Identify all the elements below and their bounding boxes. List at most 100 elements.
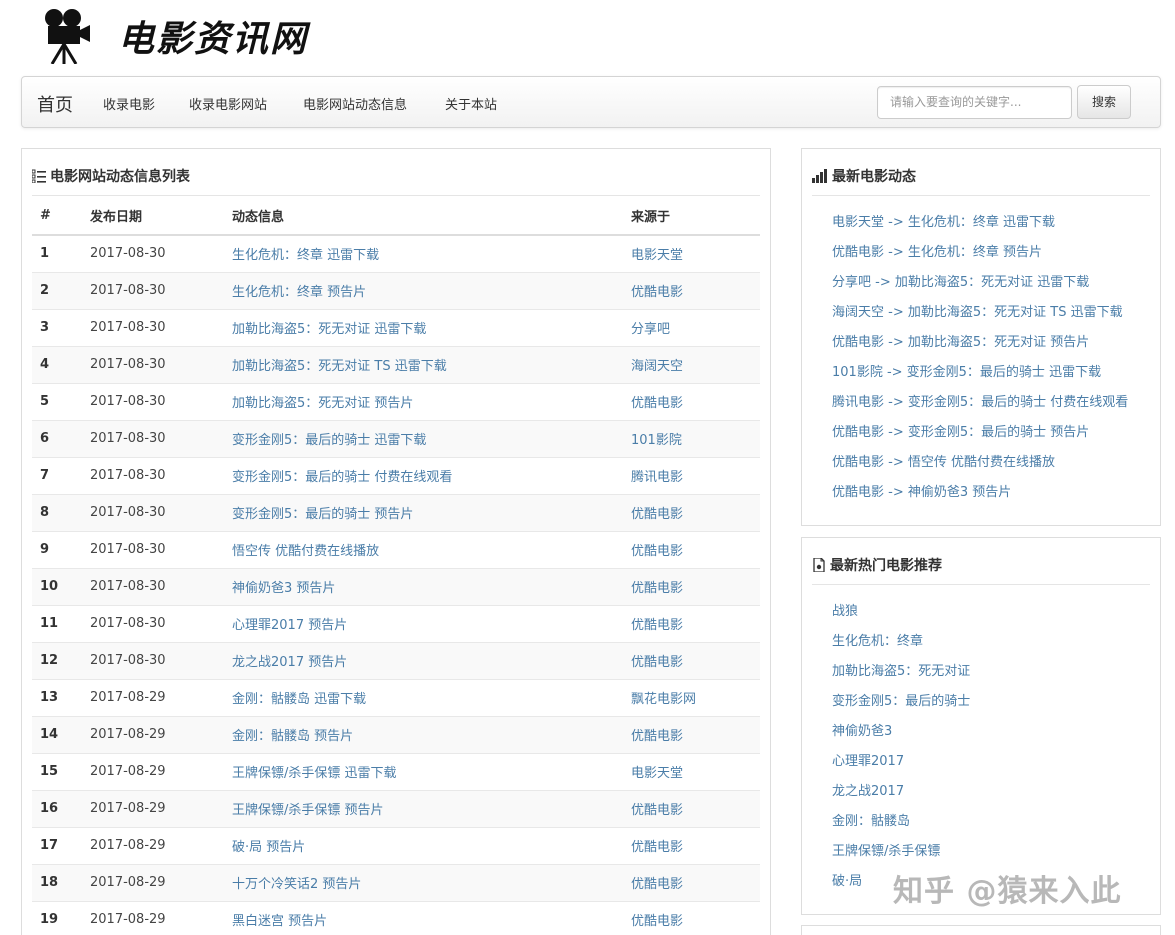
row-source: 优酷电影 [623,789,760,827]
latest-title: 最新电影动态 [812,166,916,186]
source-link[interactable]: 电影天堂 [631,766,683,781]
source-link[interactable]: 优酷电影 [631,729,683,744]
info-link[interactable]: 加勒比海盗5：死无对证 迅雷下载 [232,322,426,337]
nav-item-about[interactable]: 关于本站 [445,94,497,113]
row-source: 分享吧 [623,308,760,346]
source-link[interactable]: 飘花电影网 [631,692,696,707]
list-item[interactable]: 优酷电影 -> 生化危机：终章 预告片 [832,241,1128,271]
info-link[interactable]: 十万个冷笑话2 预告片 [232,877,361,892]
info-link[interactable]: 金刚：骷髅岛 预告片 [232,729,353,744]
list-item[interactable]: 变形金刚5：最后的骑士 [832,690,970,720]
source-link[interactable]: 优酷电影 [631,507,683,522]
row-source: 优酷电影 [623,271,760,309]
list-item[interactable]: 优酷电影 -> 加勒比海盗5：死无对证 预告片 [832,331,1128,361]
source-link[interactable]: 优酷电影 [631,396,683,411]
row-info: 十万个冷笑话2 预告片 [224,863,623,901]
list-item[interactable]: 加勒比海盗5：死无对证 [832,660,970,690]
row-date: 2017-08-30 [82,530,224,568]
info-link[interactable]: 加勒比海盗5：死无对证 TS 迅雷下载 [232,359,447,374]
nav-item-movies[interactable]: 收录电影 [103,94,155,113]
row-number: 4 [32,345,82,383]
source-link[interactable]: 优酷电影 [631,914,683,929]
list-item[interactable]: 优酷电影 -> 变形金刚5：最后的骑士 预告片 [832,421,1128,451]
list-item[interactable]: 金刚：骷髅岛 [832,810,970,840]
row-info: 加勒比海盗5：死无对证 TS 迅雷下载 [224,345,623,383]
nav-item-site-updates[interactable]: 电影网站动态信息 [303,94,407,113]
list-item[interactable]: 优酷电影 -> 悟空传 优酷付费在线播放 [832,451,1128,481]
list-item[interactable]: 分享吧 -> 加勒比海盗5：死无对证 迅雷下载 [832,271,1128,301]
list-item[interactable]: 龙之战2017 [832,780,970,810]
table-row: 2 2017-08-30 生化危机：终章 预告片 优酷电影 [32,271,760,309]
info-link[interactable]: 加勒比海盗5：死无对证 预告片 [232,396,413,411]
row-date: 2017-08-29 [82,752,224,790]
source-link[interactable]: 优酷电影 [631,877,683,892]
info-link[interactable]: 黑白迷宫 预告片 [232,914,327,929]
site-logo[interactable]: 电影资讯网 [118,10,308,62]
row-info: 龙之战2017 预告片 [224,641,623,679]
row-number: 3 [32,308,82,346]
row-source: 电影天堂 [623,234,760,272]
info-link[interactable]: 变形金刚5：最后的骑士 付费在线观看 [232,470,452,485]
info-link[interactable]: 变形金刚5：最后的骑士 迅雷下载 [232,433,426,448]
source-link[interactable]: 101影院 [631,433,682,448]
info-link[interactable]: 悟空传 优酷付费在线播放 [232,544,379,559]
list-item[interactable]: 神偷奶爸3 [832,720,970,750]
info-link[interactable]: 王牌保镖/杀手保镖 迅雷下载 [232,766,397,781]
info-link[interactable]: 生化危机：终章 预告片 [232,285,366,300]
info-link[interactable]: 生化危机：终章 迅雷下载 [232,248,379,263]
search-input[interactable]: 请输入要查询的关键字... [877,86,1072,119]
source-link[interactable]: 海阔天空 [631,359,683,374]
list-item[interactable]: 腾讯电影 -> 变形金刚5：最后的骑士 付费在线观看 [832,391,1128,421]
column-header: # [32,196,82,236]
list-item[interactable]: 心理罪2017 [832,750,970,780]
table-row: 16 2017-08-29 王牌保镖/杀手保镖 预告片 优酷电影 [32,789,760,827]
row-date: 2017-08-30 [82,419,224,457]
info-link[interactable]: 神偷奶爸3 预告片 [232,581,335,596]
list-item[interactable]: 战狼 [832,600,970,630]
row-info: 生化危机：终章 迅雷下载 [224,234,623,272]
list-item[interactable]: 101影院 -> 变形金刚5：最后的骑士 迅雷下载 [832,361,1128,391]
row-number: 12 [32,641,82,679]
source-link[interactable]: 优酷电影 [631,840,683,855]
table-row: 19 2017-08-29 黑白迷宫 预告片 优酷电影 [32,900,760,935]
info-link[interactable]: 金刚：骷髅岛 迅雷下载 [232,692,366,707]
row-source: 优酷电影 [623,567,760,605]
table-row: 7 2017-08-30 变形金刚5：最后的骑士 付费在线观看 腾讯电影 [32,456,760,494]
source-link[interactable]: 优酷电影 [631,581,683,596]
info-link[interactable]: 龙之战2017 预告片 [232,655,347,670]
source-link[interactable]: 电影天堂 [631,248,683,263]
divider [812,195,1150,196]
list-icon [31,169,46,184]
row-date: 2017-08-29 [82,678,224,716]
list-item[interactable]: 优酷电影 -> 神偷奶爸3 预告片 [832,481,1128,511]
list-item[interactable]: 电影天堂 -> 生化危机：终章 迅雷下载 [832,211,1128,241]
list-item[interactable]: 生化危机：终章 [832,630,970,660]
row-source: 优酷电影 [623,641,760,679]
table-row: 5 2017-08-30 加勒比海盗5：死无对证 预告片 优酷电影 [32,382,760,420]
next-panel [801,925,1161,935]
column-header: 动态信息 [224,196,623,236]
hot-movies-panel: 最新热门电影推荐 战狼 生化危机：终章 加勒比海盗5：死无对证 变形金刚5：最后的骑士… [801,537,1161,915]
source-link[interactable]: 优酷电影 [631,803,683,818]
row-info: 黑白迷宫 预告片 [224,900,623,935]
source-link[interactable]: 优酷电影 [631,544,683,559]
nav-home-link[interactable]: 首页 [37,91,73,117]
latest-updates-panel: 最新电影动态 电影天堂 -> 生化危机：终章 迅雷下载 优酷电影 -> 生化危机：… [801,148,1161,526]
source-link[interactable]: 腾讯电影 [631,470,683,485]
panel-title: 电影网站动态信息列表 [31,166,190,186]
info-link[interactable]: 变形金刚5：最后的骑士 预告片 [232,507,413,522]
info-link[interactable]: 破·局 预告片 [232,840,305,855]
row-date: 2017-08-29 [82,826,224,864]
source-link[interactable]: 分享吧 [631,322,670,337]
table-row: 12 2017-08-30 龙之战2017 预告片 优酷电影 [32,641,760,679]
info-link[interactable]: 王牌保镖/杀手保镖 预告片 [232,803,384,818]
info-link[interactable]: 心理罪2017 预告片 [232,618,347,633]
source-link[interactable]: 优酷电影 [631,285,683,300]
nav-item-movie-sites[interactable]: 收录电影网站 [189,94,267,113]
row-number: 16 [32,789,82,827]
list-item[interactable]: 海阔天空 -> 加勒比海盗5：死无对证 TS 迅雷下载 [832,301,1128,331]
source-link[interactable]: 优酷电影 [631,618,683,633]
search-button[interactable]: 搜索 [1077,85,1131,119]
source-link[interactable]: 优酷电影 [631,655,683,670]
movie-camera-icon[interactable] [40,6,94,65]
